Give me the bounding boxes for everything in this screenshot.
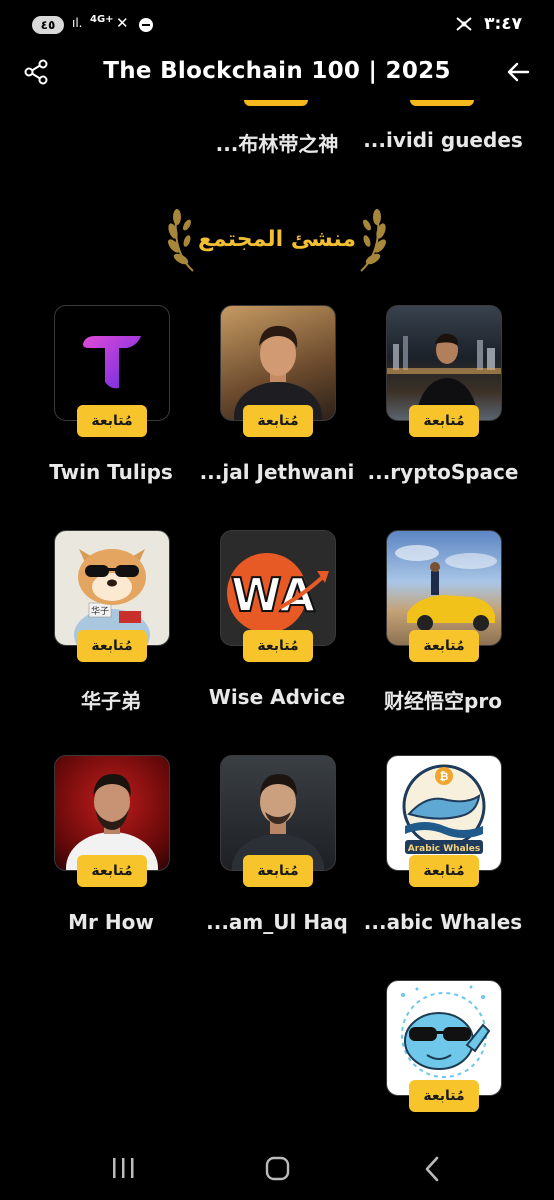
avatar-huazidi[interactable]: 华子 (54, 530, 170, 646)
avatar-caijing-wukong[interactable] (386, 530, 502, 646)
person-car-photo-icon (395, 545, 497, 631)
creator-name: Mr How (68, 910, 154, 934)
avatar-wise-advice[interactable]: WA (220, 530, 336, 646)
dnd-icon (139, 18, 153, 32)
person-photo-icon (387, 333, 501, 420)
header: The Blockchain 100 | 2025 (0, 50, 554, 98)
follow-button[interactable]: مُتابعة (77, 855, 147, 887)
avatar-mr-how[interactable] (54, 755, 170, 871)
clock: ٣:٤٧ (484, 14, 522, 34)
creator-name: ...ividi guedes (363, 128, 523, 152)
avatar-cryptospace[interactable] (386, 305, 502, 421)
follow-button[interactable]: مُتابعة (243, 630, 313, 662)
person-photo-icon (234, 325, 322, 420)
back-nav-icon[interactable] (422, 1156, 444, 1182)
system-nav-bar (0, 1140, 554, 1200)
creator-name: Twin Tulips (49, 460, 173, 484)
wise-advice-logo-icon: WA (227, 553, 329, 633)
creator-name: ...ryptoSpace (367, 460, 519, 484)
creator-name: 财经悟空pro (384, 689, 502, 713)
twin-tulips-logo-icon (83, 336, 141, 389)
person-photo-icon (232, 774, 324, 870)
avatar-jal-jethwani[interactable] (220, 305, 336, 421)
follow-button[interactable]: مُتابعة (243, 855, 313, 887)
status-bar: ٤٥ ıl. 4G+ ✕ ٣:٤٧ (0, 0, 554, 50)
arabic-whales-logo-icon: ₿ Arabic Whales (402, 764, 486, 854)
dog-avatar-icon: 华子 (74, 549, 150, 645)
section-title: منشئ المجتمع (198, 227, 356, 252)
battery-indicator: ٤٥ (32, 16, 64, 34)
creator-name: ...am_Ul Haq (206, 910, 348, 934)
follow-button[interactable]: مُتابعة (77, 405, 147, 437)
hotspot-icon (456, 17, 472, 31)
creator-name: Wise Advice (208, 685, 346, 709)
svg-text:₿: ₿ (440, 770, 449, 783)
home-icon[interactable] (265, 1156, 291, 1182)
squirtle-avatar-icon (401, 985, 491, 1078)
recent-apps-icon[interactable] (110, 1156, 136, 1180)
person-photo-icon (66, 774, 158, 870)
avatar-am-ul-haq[interactable] (220, 755, 336, 871)
creator-name: ...布林带之神 (215, 132, 339, 156)
follow-button[interactable]: مُتابعة (77, 630, 147, 662)
section-heading: منشئ المجتمع (0, 205, 554, 275)
network-label: 4G+ (90, 14, 114, 25)
laurel-right-icon (360, 209, 386, 272)
follow-button[interactable]: مُتابعة (409, 630, 479, 662)
avatar-arabic-whales[interactable]: ₿ Arabic Whales (386, 755, 502, 871)
avatar-squirtle-crypto[interactable] (386, 980, 502, 1096)
creator-name: ...abic Whales (363, 910, 523, 934)
follow-button[interactable]: مُتابعة (409, 405, 479, 437)
arabic-whales-logo-text: Arabic Whales (408, 844, 480, 854)
page-title: The Blockchain 100 | 2025 (103, 58, 451, 84)
gold-bar (410, 100, 474, 106)
arrow-left-icon[interactable] (504, 58, 532, 86)
avatar-twin-tulips[interactable] (54, 305, 170, 421)
signal-icon: ıl. (72, 16, 83, 30)
huazi-sign-text: 华子 (91, 605, 109, 617)
follow-button[interactable]: مُتابعة (409, 1080, 479, 1112)
creator-name: 华子弟 (81, 689, 141, 713)
gold-bar (244, 100, 308, 106)
follow-button[interactable]: مُتابعة (409, 855, 479, 887)
mute-icon: ✕ (116, 14, 129, 32)
creator-name: ...jal Jethwani (199, 460, 355, 484)
follow-button[interactable]: مُتابعة (243, 405, 313, 437)
